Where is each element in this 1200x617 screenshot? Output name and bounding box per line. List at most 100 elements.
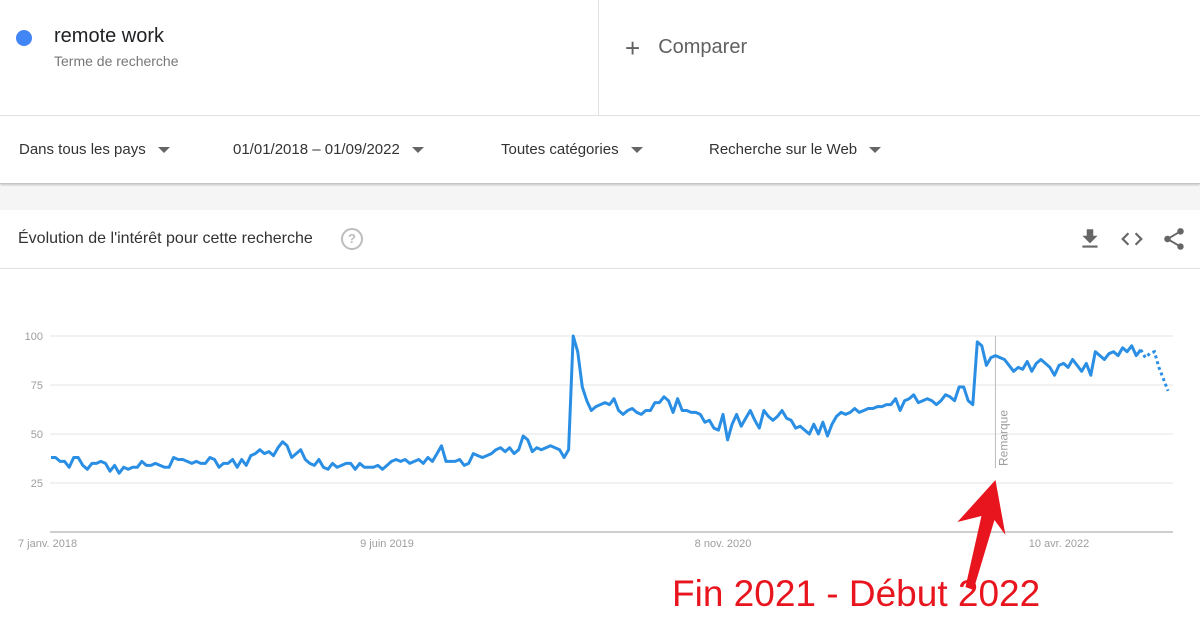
data-point[interactable]	[1112, 350, 1116, 354]
data-point[interactable]	[821, 420, 825, 424]
data-point[interactable]	[735, 412, 739, 416]
data-point[interactable]	[889, 403, 893, 407]
data-point[interactable]	[1025, 360, 1029, 364]
data-point[interactable]	[485, 454, 489, 458]
data-point[interactable]	[163, 465, 167, 469]
data-point[interactable]	[617, 409, 621, 413]
data-point[interactable]	[467, 461, 471, 465]
data-point[interactable]	[222, 461, 226, 465]
data-point[interactable]	[608, 403, 612, 407]
data-point[interactable]	[630, 407, 634, 411]
data-point[interactable]	[267, 450, 271, 454]
data-point[interactable]	[1053, 373, 1057, 377]
data-point[interactable]	[830, 422, 834, 426]
data-point[interactable]	[626, 409, 630, 413]
data-point[interactable]	[190, 461, 194, 465]
note-marker-label[interactable]: Remarque	[996, 410, 1010, 466]
data-point[interactable]	[303, 458, 307, 462]
data-point[interactable]	[213, 458, 217, 462]
data-point[interactable]	[662, 395, 666, 399]
data-point[interactable]	[771, 418, 775, 422]
data-point[interactable]	[1012, 369, 1016, 373]
data-point[interactable]	[880, 405, 884, 409]
data-point[interactable]	[794, 426, 798, 430]
data-point[interactable]	[135, 465, 139, 469]
interest-over-time-chart[interactable]: 25 50 75 100 7 janv. 2018 9 juin 2019 8 nov. …	[0, 270, 1200, 617]
data-point[interactable]	[685, 409, 689, 413]
data-point[interactable]	[326, 467, 330, 471]
data-point[interactable]	[644, 409, 648, 413]
data-point[interactable]	[181, 458, 185, 462]
data-point[interactable]	[403, 458, 407, 462]
data-point[interactable]	[594, 405, 598, 409]
data-point[interactable]	[984, 363, 988, 367]
data-point[interactable]	[453, 459, 457, 463]
data-point[interactable]	[408, 461, 412, 465]
data-point[interactable]	[1116, 354, 1120, 358]
data-point[interactable]	[707, 418, 711, 422]
data-point[interactable]	[49, 456, 53, 460]
data-point[interactable]	[539, 448, 543, 452]
data-point[interactable]	[921, 399, 925, 403]
data-point[interactable]	[72, 456, 76, 460]
data-point[interactable]	[367, 465, 371, 469]
data-point[interactable]	[308, 461, 312, 465]
data-point[interactable]	[1093, 350, 1097, 354]
data-point[interactable]	[621, 412, 625, 416]
data-point[interactable]	[689, 410, 693, 414]
data-point[interactable]	[676, 397, 680, 401]
search-term-name[interactable]: remote work	[54, 25, 164, 48]
data-point[interactable]	[480, 456, 484, 460]
data-point[interactable]	[299, 448, 303, 452]
data-point[interactable]	[748, 409, 752, 413]
help-icon[interactable]: ?	[341, 228, 363, 250]
data-point[interactable]	[903, 399, 907, 403]
data-point[interactable]	[199, 461, 203, 465]
data-point[interactable]	[726, 438, 730, 442]
data-point[interactable]	[344, 461, 348, 465]
data-point[interactable]	[535, 446, 539, 450]
data-point[interactable]	[1107, 352, 1111, 356]
data-point[interactable]	[158, 463, 162, 467]
data-point[interactable]	[1152, 350, 1156, 354]
data-point[interactable]	[499, 446, 503, 450]
data-point[interactable]	[503, 450, 507, 454]
data-point[interactable]	[471, 452, 475, 456]
data-point[interactable]	[208, 456, 212, 460]
data-point[interactable]	[226, 461, 230, 465]
data-point[interactable]	[667, 399, 671, 403]
data-point[interactable]	[1166, 389, 1170, 393]
data-point[interactable]	[994, 354, 998, 358]
data-point[interactable]	[762, 409, 766, 413]
data-point[interactable]	[671, 410, 675, 414]
data-point[interactable]	[975, 340, 979, 344]
data-point[interactable]	[826, 434, 830, 438]
data-point[interactable]	[562, 456, 566, 460]
data-point[interactable]	[517, 448, 521, 452]
data-point[interactable]	[712, 426, 716, 430]
data-point[interactable]	[253, 452, 257, 456]
data-point[interactable]	[1043, 361, 1047, 365]
data-point[interactable]	[844, 412, 848, 416]
data-point[interactable]	[1066, 365, 1070, 369]
data-point[interactable]	[262, 452, 266, 456]
data-point[interactable]	[776, 414, 780, 418]
data-point[interactable]	[998, 356, 1002, 360]
data-point[interactable]	[576, 350, 580, 354]
data-point[interactable]	[812, 422, 816, 426]
data-point[interactable]	[789, 418, 793, 422]
data-point[interactable]	[585, 399, 589, 403]
data-point[interactable]	[930, 399, 934, 403]
data-point[interactable]	[449, 459, 453, 463]
data-point[interactable]	[857, 410, 861, 414]
data-point[interactable]	[953, 399, 957, 403]
data-point[interactable]	[1062, 361, 1066, 365]
data-point[interactable]	[321, 465, 325, 469]
data-point[interactable]	[76, 456, 80, 460]
data-point[interactable]	[612, 397, 616, 401]
data-point[interactable]	[117, 471, 121, 475]
data-point[interactable]	[744, 416, 748, 420]
data-point[interactable]	[172, 456, 176, 460]
data-point[interactable]	[962, 385, 966, 389]
data-point[interactable]	[553, 446, 557, 450]
